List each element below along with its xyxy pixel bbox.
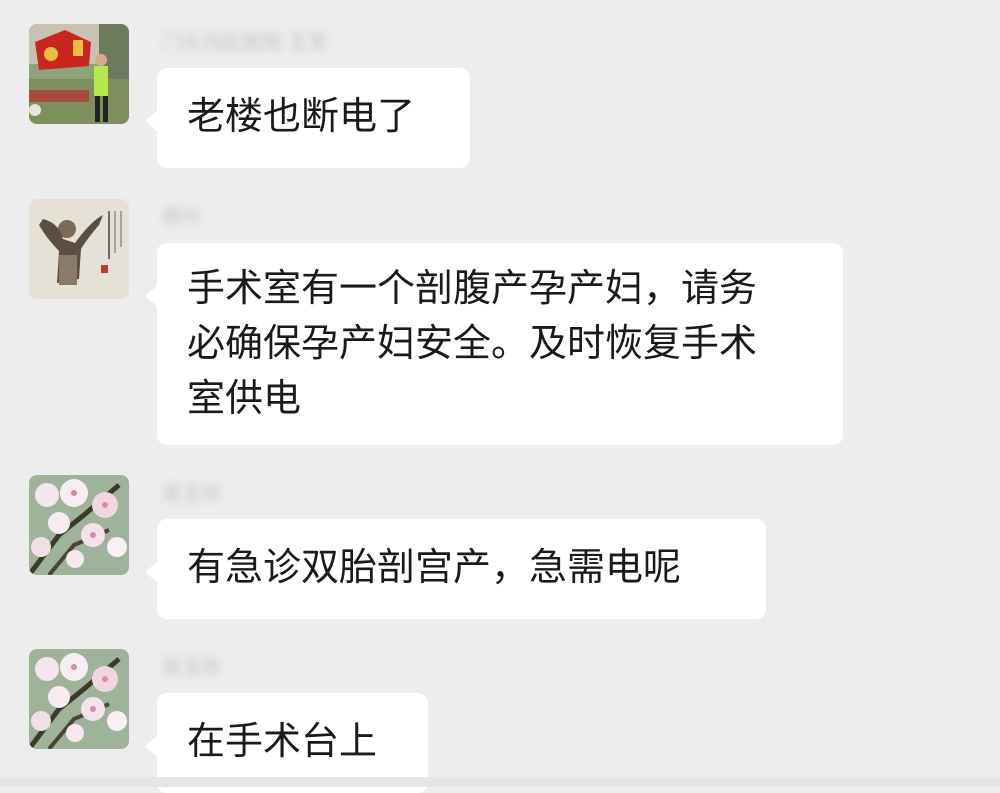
party-emblem-person-avatar-icon xyxy=(29,24,129,124)
message-text: 有急诊双胎剖宫产，急需电呢 xyxy=(187,545,682,589)
message-bubble[interactable]: 手术室有一个剖腹产孕产妇，请务 必确保孕产妇安全。及时恢复手术 室供电 xyxy=(145,243,843,445)
message-text: 室供电 xyxy=(187,376,302,420)
calligraphy-figure-avatar-icon xyxy=(29,199,129,299)
apple-blossom-avatar-icon xyxy=(29,475,129,575)
message-bubble[interactable]: 有急诊双胎剖宫产，急需电呢 xyxy=(145,519,766,619)
message-bubble[interactable]: 老楼也断电了 xyxy=(145,68,470,168)
sender-name: 吴玉珍 xyxy=(162,481,222,505)
message-text: 必确保孕产妇安全。及时恢复手术 xyxy=(187,321,758,365)
sender-name: 吴玉珍 xyxy=(162,655,222,679)
message-text: 手术室有一个剖腹产孕产妇，请务 xyxy=(187,266,758,310)
apple-blossom-avatar-icon xyxy=(29,649,129,749)
message-text: 在手术台上 xyxy=(187,719,378,763)
message-text: 老楼也断电了 xyxy=(187,94,416,138)
sender-name: 门头沟区医院 王军 xyxy=(162,30,329,54)
avatar[interactable] xyxy=(29,649,129,749)
avatar[interactable] xyxy=(29,24,129,124)
input-area-edge xyxy=(0,777,1000,787)
sender-name: 荷叶 xyxy=(162,205,202,229)
avatar[interactable] xyxy=(29,199,129,299)
chat-message-list[interactable]: 门头沟区医院 王军 老楼也断电了 荷叶 手术室有一个剖腹产孕产妇，请务 必确保孕… xyxy=(0,0,1000,793)
avatar[interactable] xyxy=(29,475,129,575)
